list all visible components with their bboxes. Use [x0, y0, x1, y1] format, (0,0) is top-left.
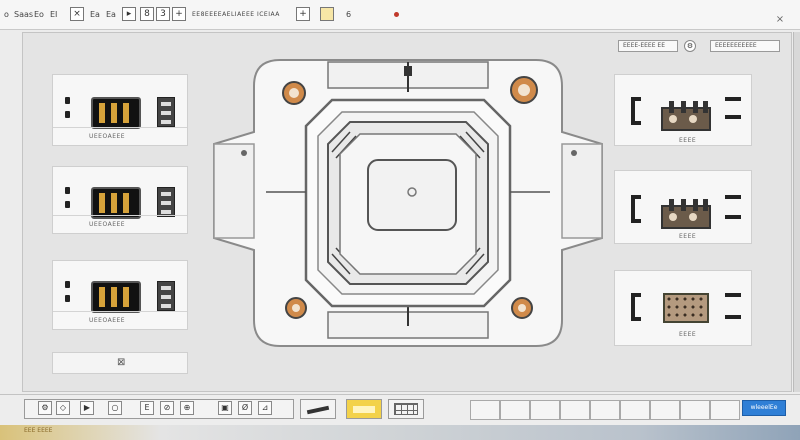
toolbar-item[interactable]: Ea [90, 9, 100, 21]
play-icon[interactable]: ▶ [80, 401, 94, 415]
right-module[interactable]: EEEE [614, 270, 752, 346]
document-title: EE8EEEEAELIAEEE ICEIAA [192, 11, 280, 18]
terminal-block [157, 97, 175, 127]
play-button[interactable]: ▸ [122, 7, 136, 21]
terminal-block [157, 187, 175, 217]
relay-component [661, 199, 711, 229]
left-footer-panel: ⊠ [52, 352, 188, 374]
primary-action-button[interactable]: wleeelEe [742, 400, 786, 416]
module-label: UEEOAEEE [89, 317, 126, 324]
close-icon[interactable]: × [774, 14, 786, 26]
slot-cell[interactable] [680, 400, 710, 420]
highlight-tool-icon[interactable] [320, 7, 334, 21]
line-tool-icon[interactable] [300, 399, 336, 419]
slot-cell[interactable] [530, 400, 560, 420]
central-component[interactable] [210, 52, 606, 352]
vertical-scrollbar[interactable] [793, 32, 800, 392]
slot-cell[interactable] [590, 400, 620, 420]
connector-pin [65, 281, 70, 288]
shape-icon[interactable]: ◇ [56, 401, 70, 415]
status-strip [0, 425, 800, 440]
right-tab [561, 143, 603, 239]
connector-pin [65, 201, 70, 208]
bracket-icon [631, 97, 641, 125]
bracket-icon [631, 293, 641, 321]
connector-pin [65, 97, 70, 104]
status-text: EEE EEEE [24, 427, 53, 434]
toolbar-item[interactable]: 6 [346, 9, 351, 21]
bracket-icon [631, 195, 641, 223]
count-button[interactable]: 3 [156, 7, 170, 21]
add-button[interactable]: + [172, 7, 186, 21]
right-module[interactable]: EEEE [614, 74, 752, 146]
table-tool-icon[interactable] [388, 399, 424, 419]
chip-component [91, 281, 141, 313]
toolbar-item[interactable]: Eo [34, 9, 44, 21]
left-module[interactable]: UEEOAEEE [52, 74, 188, 146]
slot-cell[interactable] [560, 400, 590, 420]
layer-button[interactable]: 8 [140, 7, 154, 21]
mesh-connector [663, 293, 709, 323]
module-label: UEEOAEEE [89, 133, 126, 140]
circle-icon[interactable]: ○ [108, 401, 122, 415]
slot-cell[interactable] [470, 400, 500, 420]
toolbar-item[interactable]: EI [50, 9, 57, 21]
slot-cell[interactable] [650, 400, 680, 420]
settings-icon[interactable]: ⚙ [38, 401, 52, 415]
connector-pin [65, 111, 70, 118]
measure-icon[interactable]: ⊿ [258, 401, 272, 415]
chip-component [91, 97, 141, 129]
header-field[interactable]: EEEEEEEEEEE [710, 40, 780, 52]
toolbar-item[interactable]: Ea [106, 9, 116, 21]
block-icon[interactable]: ⊘ [160, 401, 174, 415]
connector-pin [65, 187, 70, 194]
left-tab [213, 143, 255, 239]
terminal-block [157, 281, 175, 311]
null-icon[interactable]: Ø [238, 401, 252, 415]
module-label: EEEE [679, 331, 697, 338]
grid-icon[interactable]: ▣ [218, 401, 232, 415]
top-toolbar: o Saas Eo EI × Ea Ea ▸ 8 3 + EE8EEEEAELI… [0, 0, 800, 30]
toolbar-item[interactable]: Saas [14, 9, 33, 21]
add-icon[interactable]: ⊕ [180, 401, 194, 415]
relay-component [661, 101, 711, 131]
slot-cell[interactable] [710, 400, 740, 420]
bottom-toolbar: ⚙ ◇ ▶ ○ E ⊘ ⊕ ▣ Ø ⊿ wleeelEe EEE EEEE [0, 394, 800, 440]
left-module[interactable]: UEEOAEEE [52, 166, 188, 234]
module-label: EEEE [679, 137, 697, 144]
connector-pin [65, 295, 70, 302]
header-field[interactable]: EEEE-EEEE EE [618, 40, 678, 52]
record-indicator-icon [394, 12, 399, 17]
slot-cell[interactable] [500, 400, 530, 420]
application-window: o Saas Eo EI × Ea Ea ▸ 8 3 + EE8EEEEAELI… [0, 0, 800, 440]
component-drawing [213, 59, 603, 347]
left-module[interactable]: UEEOAEEE [52, 260, 188, 330]
module-label: UEEOAEEE [89, 221, 126, 228]
close-doc-button[interactable]: × [70, 7, 84, 21]
zoom-in-button[interactable]: + [296, 7, 310, 21]
center-cap [367, 159, 457, 231]
right-module[interactable]: EEEE [614, 170, 752, 244]
settings-icon[interactable]: ⚙ [684, 40, 696, 52]
app-menu-icon[interactable]: o [4, 9, 9, 21]
slot-cell[interactable] [620, 400, 650, 420]
highlight-tool-icon[interactable] [346, 399, 382, 419]
expand-icon[interactable]: ⊠ [117, 357, 125, 368]
module-label: EEEE [679, 233, 697, 240]
text-icon[interactable]: E [140, 401, 154, 415]
